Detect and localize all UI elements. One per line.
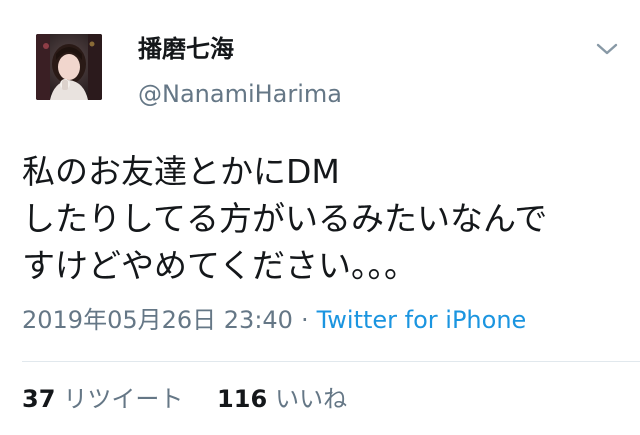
tweet-text: 私のお友達とかにDM したりしてる方がいるみたいなんで すけどやめてください。。… <box>22 148 622 289</box>
avatar[interactable] <box>36 34 102 100</box>
user-handle[interactable]: @NanamiHarima <box>138 78 342 110</box>
likes-stat[interactable]: 116 いいね <box>217 382 347 416</box>
like-label: いいね <box>275 385 348 413</box>
separator: · <box>300 306 309 334</box>
retweet-count: 37 <box>22 385 56 413</box>
timestamp[interactable]: 2019年05月26日 23:40 <box>22 306 293 334</box>
tweet-text-line: すけどやめてください。。。 <box>22 246 418 285</box>
retweet-label: リツイート <box>63 385 184 413</box>
avatar-image <box>36 34 102 100</box>
source-link[interactable]: Twitter for iPhone <box>317 306 527 334</box>
like-count: 116 <box>217 385 268 413</box>
retweets-stat[interactable]: 37 リツイート <box>22 382 183 416</box>
chevron-down-icon[interactable] <box>594 40 620 58</box>
display-name[interactable]: 播磨七海 <box>138 33 234 65</box>
tweet-meta: 2019年05月26日 23:40 · Twitter for iPhone <box>22 303 526 337</box>
tweet-stats: 37 リツイート 116 いいね <box>22 382 373 416</box>
tweet-text-line: 私のお友達とかにDM <box>22 152 340 191</box>
tweet-card: 播磨七海 @NanamiHarima 私のお友達とかにDM したりしてる方がいる… <box>0 0 640 435</box>
tweet-text-line: したりしてる方がいるみたいなんで <box>22 199 548 238</box>
divider <box>22 361 640 362</box>
